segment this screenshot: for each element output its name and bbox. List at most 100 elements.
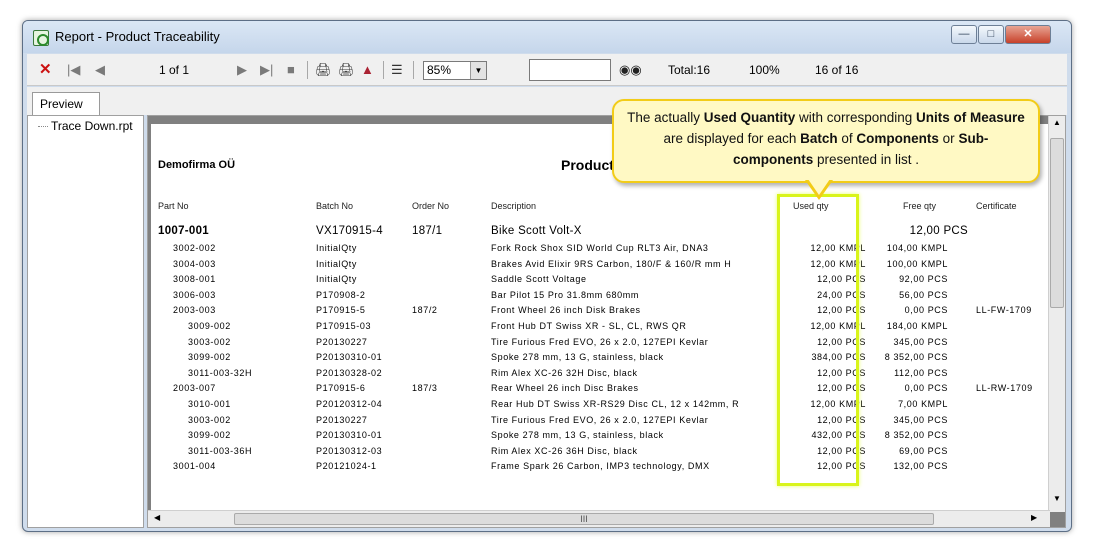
cell-part-no: 3099-002	[188, 352, 231, 363]
cell-free-qty: 69,00 PCS	[899, 445, 948, 456]
table-row: 3008-001 InitialQty Saddle Scott Voltage 12…	[151, 274, 1048, 288]
horizontal-scroll-thumb[interactable]: III	[234, 513, 934, 525]
binoculars-icon[interactable]: ◉◉	[619, 62, 642, 78]
callout-text: The actually	[627, 110, 704, 125]
scroll-grip: III	[580, 514, 588, 524]
vertical-scrollbar[interactable]: ▲ ▼	[1048, 116, 1065, 512]
group-tree-pane: Trace Down.rpt	[27, 115, 144, 528]
cell-free-qty: 104,00 KMPL	[886, 243, 948, 253]
cell-certificate: LL-FW-1709	[976, 305, 1032, 316]
callout-text: or	[938, 131, 959, 146]
col-header-order-no: Order No	[412, 201, 450, 211]
cell-batch-no: P20121024-1	[316, 461, 377, 472]
cell-description: Tire Furious Fred EVO, 26 x 2.0, 127EPI …	[491, 414, 709, 425]
callout-bold: Units of Measure	[916, 110, 1025, 125]
cell-part-no: 3008-001	[173, 274, 216, 285]
callout-bold: Used Quantity	[703, 110, 796, 125]
horizontal-scrollbar[interactable]: ◀ III ▶	[148, 510, 1050, 527]
callout-text: are displayed for each	[663, 131, 801, 146]
cell-part-no: 3011-003-32H	[188, 367, 253, 378]
first-page-icon[interactable]: |◀	[67, 62, 80, 78]
title-bar[interactable]: Report - Product Traceability — □ ✕	[23, 21, 1071, 53]
cell-part-no: 3002-002	[173, 243, 216, 253]
cell-description: Bar Pilot 15 Pro 31.8mm 680mm	[491, 289, 639, 300]
col-header-certificate: Certificate	[976, 201, 1017, 211]
table-row: 3009-002 P170915-03 Front Hub DT Swiss XR …	[151, 321, 1048, 335]
close-report-icon[interactable]: ✕	[39, 60, 52, 78]
table-row: 1007-001 VX170915-4 187/1 Bike Scott Volt-X…	[151, 225, 1048, 239]
scroll-right-icon[interactable]: ▶	[1031, 513, 1037, 522]
cell-description: Front Wheel 26 inch Disk Brakes	[491, 305, 641, 316]
toolbar-separator	[383, 61, 384, 79]
cell-free-qty: 92,00 PCS	[899, 274, 948, 285]
callout-bold: Batch	[800, 131, 838, 146]
cell-description: Brakes Avid Elixir 9RS Carbon, 180/F & 1…	[491, 258, 732, 269]
callout-box: The actually Used Quantity with correspo…	[612, 99, 1040, 183]
percent-indicator: 100%	[749, 63, 780, 77]
close-button[interactable]: ✕	[1005, 25, 1051, 44]
table-row: 3011-003-36H P20130312-03 Rim Alex XC-26 3…	[151, 446, 1048, 460]
cell-description: Fork Rock Shox SID World Cup RLT3 Air, D…	[491, 243, 709, 253]
used-qty-highlight	[777, 194, 859, 486]
cell-description: Rear Hub DT Swiss XR-RS29 Disc CL, 12 x …	[491, 399, 740, 409]
report-toolbar: ✕ |◀ ◀ 1 of 1 ▶ ▶| ■ 🖨 🖨 ▲ ☰ 85% ▼ ◉◉ To…	[27, 54, 1067, 86]
table-row: 3004-003 InitialQty Brakes Avid Elixir 9RS…	[151, 259, 1048, 273]
zoom-select[interactable]: 85% ▼	[423, 61, 487, 80]
callout-text: with corresponding	[795, 110, 917, 125]
next-page-icon[interactable]: ▶	[237, 62, 247, 78]
cell-batch-no: P20130310-01	[316, 352, 383, 363]
cell-part-no: 3004-003	[173, 258, 216, 269]
cell-batch-no: P170908-2	[316, 289, 366, 300]
cell-part-no: 3001-004	[173, 461, 216, 472]
table-row: 3003-002 P20130227 Tire Furious Fred EVO, …	[151, 337, 1048, 351]
toolbar-separator	[307, 61, 308, 79]
cell-batch-no: P20120312-04	[316, 399, 383, 409]
cell-description: Saddle Scott Voltage	[491, 274, 587, 285]
cell-part-no: 3003-002	[188, 336, 231, 347]
cell-free-qty: 0,00 PCS	[904, 305, 948, 316]
cell-part-no: 3006-003	[173, 289, 216, 300]
cell-free-qty: 7,00 KMPL	[898, 399, 948, 409]
cell-description: Rear Wheel 26 inch Disc Brakes	[491, 383, 639, 394]
table-row: 2003-007 P170915-6 187/3 Rear Wheel 26 inch…	[151, 383, 1048, 397]
cell-part-no: 3003-002	[188, 414, 231, 425]
tree-item-trace-down[interactable]: Trace Down.rpt	[38, 119, 133, 133]
search-input[interactable]	[529, 59, 611, 81]
cell-part-no: 3099-002	[188, 430, 231, 441]
cell-batch-no: P20130310-01	[316, 430, 383, 441]
zoom-value: 85%	[427, 63, 452, 77]
scroll-up-icon[interactable]: ▲	[1053, 118, 1061, 127]
scroll-left-icon[interactable]: ◀	[154, 513, 160, 522]
cell-batch-no: P20130312-03	[316, 445, 383, 456]
company-name: Demofirma OÜ	[158, 159, 236, 171]
tab-preview[interactable]: Preview	[32, 92, 100, 116]
cell-free-qty: 184,00 KMPL	[886, 321, 948, 331]
table-row: 3099-002 P20130310-01 Spoke 278 mm, 13 G, …	[151, 430, 1048, 444]
cell-free-qty: 8 352,00 PCS	[884, 430, 948, 441]
cell-batch-no: P170915-03	[316, 321, 372, 331]
stop-icon[interactable]: ■	[287, 62, 295, 77]
group-tree-icon[interactable]: ☰	[391, 62, 403, 78]
chevron-down-icon[interactable]: ▼	[470, 62, 486, 79]
callout-text: presented in list .	[813, 152, 920, 167]
table-row: 3003-002 P20130227 Tire Furious Fred EVO, …	[151, 415, 1048, 429]
print-setup-icon[interactable]: 🖨	[338, 62, 355, 78]
print-icon[interactable]: 🖨	[315, 62, 332, 78]
maximize-button[interactable]: □	[978, 25, 1004, 44]
export-icon[interactable]: ▲	[361, 62, 374, 77]
vertical-scroll-thumb[interactable]	[1050, 138, 1064, 308]
cell-batch-no: P20130227	[316, 414, 368, 425]
report-window: Report - Product Traceability — □ ✕ ✕ |◀…	[22, 20, 1072, 532]
table-row: 3001-004 P20121024-1 Frame Spark 26 Carbon…	[151, 461, 1048, 475]
table-row: 3010-001 P20120312-04 Rear Hub DT Swiss XR…	[151, 399, 1048, 413]
cell-free-qty: 345,00 PCS	[893, 336, 948, 347]
cell-free-qty: 12,00 PCS	[909, 225, 968, 237]
cell-free-qty: 112,00 PCS	[894, 367, 948, 378]
minimize-button[interactable]: —	[951, 25, 977, 44]
cell-batch-no: P170915-6	[316, 383, 366, 394]
previous-page-icon[interactable]: ◀	[95, 62, 105, 78]
last-page-icon[interactable]: ▶|	[260, 62, 273, 78]
scroll-down-icon[interactable]: ▼	[1053, 494, 1061, 503]
cell-batch-no: InitialQty	[316, 274, 358, 285]
col-header-free-qty: Free qty	[903, 201, 937, 211]
